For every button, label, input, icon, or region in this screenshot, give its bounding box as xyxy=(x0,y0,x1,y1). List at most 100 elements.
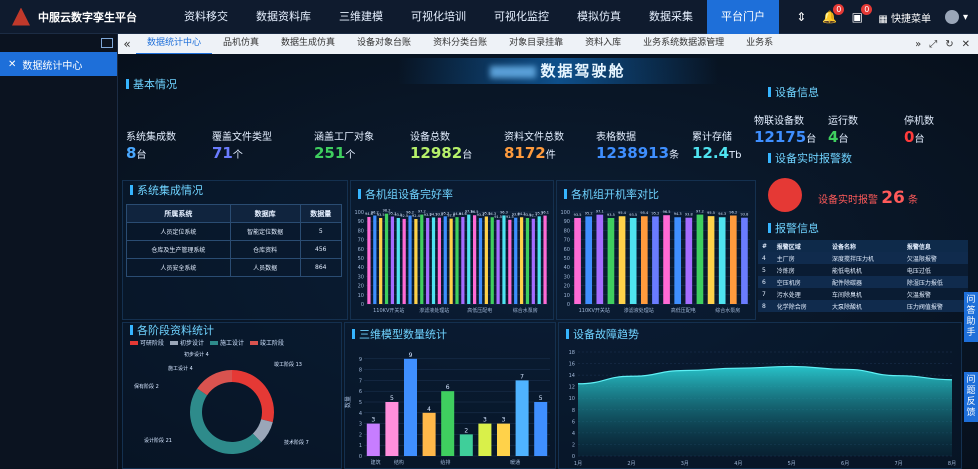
tab[interactable]: 设备对象台账 xyxy=(346,33,422,55)
y-tick-label: 0 xyxy=(572,454,575,460)
app-logo[interactable]: 中服云数字孪生平台 xyxy=(0,7,170,26)
tab[interactable]: 数据统计中心 xyxy=(136,33,213,55)
x-tick-label: 给排 xyxy=(440,459,450,466)
tab-scroll-right-icon[interactable]: » xyxy=(915,39,921,50)
tab[interactable]: 对象目录挂靠 xyxy=(498,33,574,55)
bar xyxy=(422,412,436,456)
qa-assistant-button[interactable]: 问答助手 xyxy=(964,292,978,342)
y-tick-label: 20 xyxy=(358,284,364,290)
collapse-icon xyxy=(101,38,113,48)
dashboard-title: 数据驾驶舱 xyxy=(540,62,626,80)
bar xyxy=(534,402,548,456)
bar xyxy=(449,218,453,304)
bar xyxy=(455,217,459,304)
table-cell: 压力阀值报警 xyxy=(902,300,968,312)
bell-icon[interactable]: 🔔 0 xyxy=(822,4,845,24)
tab-controls: » ⤢ ↻ ✕ xyxy=(915,39,978,50)
tab[interactable]: 资料分类台账 xyxy=(422,33,498,55)
feedback-button[interactable]: 问题反馈 xyxy=(964,372,978,422)
tab[interactable]: 资料入库 xyxy=(574,33,632,55)
table-cell: 人员数据 xyxy=(229,258,301,277)
sort-arrows-icon[interactable]: ⇕ xyxy=(794,10,808,24)
table-row: 人员定位系统 智能定位数据 5 xyxy=(126,222,342,241)
stat-label: 运行数 xyxy=(828,116,858,127)
top-right-tools: ⇕ 🔔 0 ▣ 0 ▦ 快捷菜单 ▾ xyxy=(794,0,978,34)
sidebar-item-stats-center[interactable]: ✕ 数据统计中心 xyxy=(0,52,117,76)
fullscreen-icon[interactable]: ⤢ xyxy=(929,39,937,50)
user-menu[interactable]: ▾ xyxy=(944,10,968,24)
bar xyxy=(696,214,704,304)
table-cell: 4 xyxy=(758,252,773,264)
close-icon[interactable]: ✕ xyxy=(962,39,970,50)
stat-unit: 台 xyxy=(462,150,473,161)
bar xyxy=(478,423,492,456)
basic-stat: 涵盖工厂对象 251个 xyxy=(314,128,374,162)
pie-slice xyxy=(232,370,274,423)
alarm-table: # 报警区域 设备名称 报警信息 4 主厂房 深度搅拌压力机 欠温限报警 5 冷炼房 能低电机机 电压… xyxy=(758,240,968,312)
y-tick-label: 50 xyxy=(564,256,570,262)
nav-item[interactable]: 可视化监控 xyxy=(480,0,563,34)
tab[interactable]: 数据生成仿真 xyxy=(270,33,346,55)
data-label: 93.5 xyxy=(574,213,582,217)
table-row: 人员安全系统 人员数据 864 xyxy=(126,258,342,277)
nav-item[interactable]: 资料移交 xyxy=(170,0,242,34)
table-cell: 7 xyxy=(758,288,773,300)
nav-item[interactable]: 数据采集 xyxy=(635,0,707,34)
tab[interactable]: 品机仿真 xyxy=(212,33,270,55)
stat-label: 覆盖文件类型 xyxy=(212,132,272,143)
stat-value-row: 0台 xyxy=(904,127,934,146)
legend-swatch xyxy=(130,341,138,345)
nav-item[interactable]: 三维建模 xyxy=(325,0,397,34)
x-tick-label: 综合水泵房 xyxy=(715,307,740,314)
nav-item[interactable]: 可视化培训 xyxy=(397,0,480,34)
data-label: 2 xyxy=(464,427,468,434)
data-label: 7 xyxy=(520,373,524,380)
tab[interactable]: 业务系统数据源管理 xyxy=(632,33,735,55)
y-tick-label: 6 xyxy=(359,389,362,395)
clipboard-icon[interactable]: ▣ 0 xyxy=(850,4,873,24)
bar xyxy=(741,217,748,304)
table-cell: 5 xyxy=(299,222,342,241)
table-header-row: # 报警区域 设备名称 报警信息 xyxy=(758,240,968,252)
y-tick-label: 90 xyxy=(564,219,570,225)
bar xyxy=(618,216,626,304)
data-label: 91.5 xyxy=(494,215,502,219)
nav-item[interactable]: 平台门户 xyxy=(707,0,779,34)
pie-label: 设计阶段 21 xyxy=(144,437,172,444)
top-bar: 中服云数字孪生平台 资料移交 数据资料库 三维建模 可视化培训 可视化监控 模拟仿真 数据采… xyxy=(0,0,978,34)
legend-swatch xyxy=(210,341,219,345)
y-tick-label: 30 xyxy=(358,274,364,280)
bar xyxy=(514,217,518,304)
sidebar-toggle[interactable] xyxy=(0,34,117,52)
avatar xyxy=(944,10,959,24)
tab-list: 数据统计中心 品机仿真 数据生成仿真 设备对象台账 资料分类台账 对象目录挂靠 资料入库 业务… xyxy=(136,33,784,55)
x-tick-label: 综合水泵房 xyxy=(513,307,538,314)
y-tick-label: 30 xyxy=(564,274,570,280)
quick-menu-button[interactable]: ▦ 快捷菜单 xyxy=(878,10,931,25)
task-badge: 0 xyxy=(861,4,873,15)
stat-label: 物联设备数 xyxy=(754,116,804,127)
basic-stat: 设备总数 12982台 xyxy=(410,128,472,162)
nav-item[interactable]: 数据资料库 xyxy=(242,0,325,34)
table-row: 仓库及生产管理系统 仓库资料 456 xyxy=(126,240,342,259)
data-label: 96.1 xyxy=(541,211,549,215)
bar xyxy=(663,215,670,304)
x-tick-label: 8月 xyxy=(948,461,956,467)
data-label: 3 xyxy=(371,417,375,424)
sidebar: ✕ 数据统计中心 xyxy=(0,34,118,469)
pie-label: 施工设计 4 xyxy=(168,365,193,372)
pie-slice xyxy=(189,388,262,455)
nav-item[interactable]: 模拟仿真 xyxy=(563,0,635,34)
stat-value-row: 12982台 xyxy=(410,143,472,162)
table-row: 8 化学除合房 大泵除酸机 压力阀值报警 xyxy=(758,300,968,312)
tab[interactable]: 业务系 xyxy=(735,33,784,55)
bar xyxy=(467,214,471,304)
notification-badge: 0 xyxy=(833,4,845,15)
bar xyxy=(396,217,400,304)
bar xyxy=(461,216,465,304)
alarm-info-title: 报警信息 xyxy=(768,220,819,236)
refresh-icon[interactable]: ↻ xyxy=(945,39,953,50)
tab-scroll-left-icon[interactable]: « xyxy=(118,37,136,51)
x-tick-label: 7月 xyxy=(894,461,902,467)
bar xyxy=(508,219,512,304)
